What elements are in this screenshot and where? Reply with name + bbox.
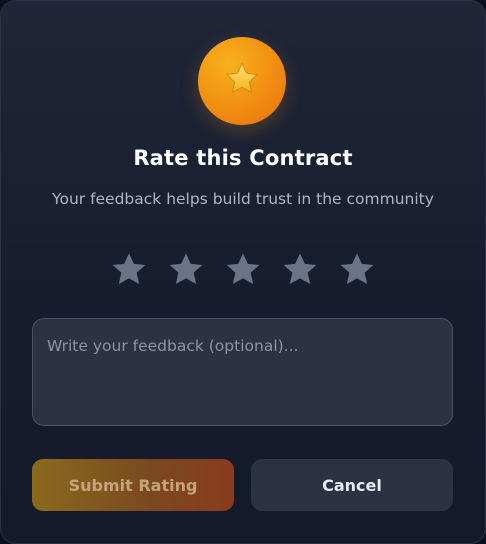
cancel-button[interactable]: Cancel: [251, 459, 453, 511]
star-badge: [198, 37, 286, 125]
dialog-subtitle: Your feedback helps build trust in the c…: [52, 190, 434, 208]
rating-star-5[interactable]: [335, 248, 379, 292]
rating-star-4[interactable]: [278, 248, 322, 292]
rating-dialog: Rate this Contract Your feedback helps b…: [0, 0, 486, 544]
rating-star-2[interactable]: [164, 248, 208, 292]
feedback-textarea[interactable]: [32, 318, 453, 426]
submit-rating-label: Submit Rating: [68, 475, 198, 495]
star-rating: [107, 248, 379, 292]
star-icon: [222, 59, 262, 103]
rating-star-3[interactable]: [221, 248, 265, 292]
dialog-title: Rate this Contract: [133, 146, 353, 170]
submit-rating-button[interactable]: Submit Rating: [32, 459, 234, 511]
cancel-label: Cancel: [322, 475, 382, 495]
rating-star-1[interactable]: [107, 248, 151, 292]
